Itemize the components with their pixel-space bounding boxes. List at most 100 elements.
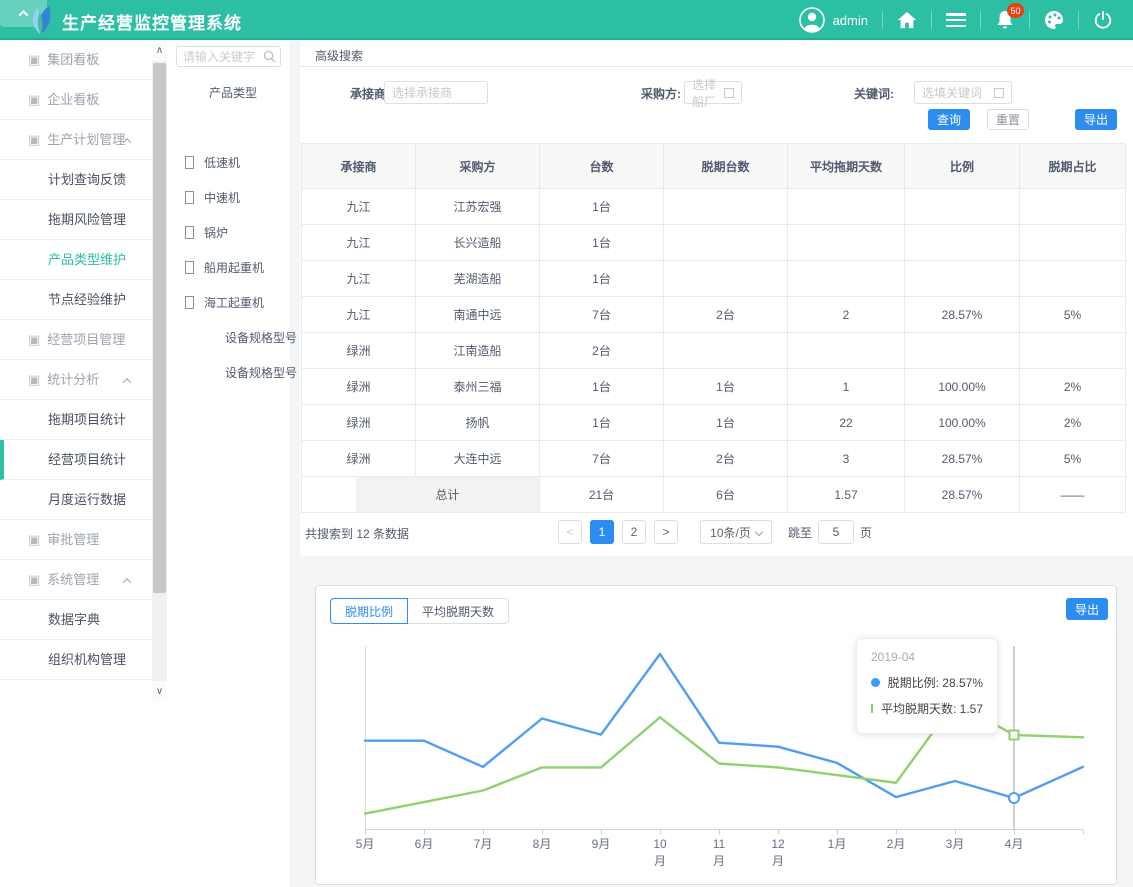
sidebar-item-经营项目管理[interactable]: ▣经营项目管理 bbox=[0, 320, 152, 360]
sidebar-item-数据字典[interactable]: 数据字典 bbox=[0, 600, 152, 640]
scroll-up-arrow[interactable]: ∧ bbox=[152, 40, 167, 61]
menu-grid-icon: ▣ bbox=[28, 572, 40, 587]
sidebar-item-生产计划管理[interactable]: ▣生产计划管理 bbox=[0, 120, 152, 160]
keyword-input[interactable]: 选填关键词 bbox=[914, 81, 1012, 104]
table-cell: 绿洲 bbox=[302, 369, 416, 405]
tree-item-船用起重机[interactable]: 船用起重机 bbox=[185, 259, 264, 276]
sidebar-item-经营项目统计[interactable]: 经营项目统计 bbox=[0, 440, 152, 480]
table-row: 九江南通中远7台2台228.57%5% bbox=[302, 297, 1126, 333]
sidebar-item-统计分析[interactable]: ▣ 统计分析 bbox=[0, 360, 152, 400]
tree-item-中速机[interactable]: 中速机 bbox=[185, 189, 240, 206]
main-sidebar: ▣集团看板▣企业看板▣生产计划管理计划查询反馈拖期风险管理产品类型维护节点经验维… bbox=[0, 40, 167, 887]
table-cell: —— bbox=[1020, 477, 1126, 513]
tree-item-设备规格型号[interactable]: 设备规格型号 bbox=[225, 364, 297, 381]
tree-item-海工起重机[interactable]: 海工起重机 bbox=[185, 294, 264, 311]
dropdown-box-icon bbox=[994, 88, 1004, 98]
column-header: 采购方 bbox=[416, 144, 540, 189]
tree-item-产品类型[interactable]: 产品类型 bbox=[209, 84, 257, 101]
table-cell bbox=[905, 333, 1020, 369]
contractor-input[interactable]: 选择承接商 bbox=[384, 81, 488, 104]
filter-label-purchaser: 采购方: bbox=[641, 85, 681, 102]
tree-search-input[interactable] bbox=[183, 47, 263, 66]
tree-item-设备规格型号[interactable]: 设备规格型号 bbox=[225, 329, 297, 346]
page-button-1[interactable]: 1 bbox=[590, 520, 614, 544]
chart-export-button[interactable]: 导出 bbox=[1066, 598, 1108, 620]
column-header: 脱期占比 bbox=[1020, 144, 1126, 189]
total-label: 总计 bbox=[356, 477, 539, 512]
sidebar-item-label: 审批管理 bbox=[47, 532, 99, 547]
hamburger-icon bbox=[946, 13, 966, 27]
sidebar-item-产品类型维护[interactable]: 产品类型维护 bbox=[0, 240, 152, 280]
sidebar-item-label: 生产计划管理 bbox=[47, 132, 125, 147]
line-chart: 5月6月7月8月9月10月11月12月1月2月3月4月 bbox=[316, 586, 1116, 884]
scroll-down-arrow[interactable]: ∨ bbox=[152, 681, 167, 702]
tree-item-label: 设备规格型号 bbox=[225, 366, 297, 380]
table-cell: 2台 bbox=[540, 333, 664, 369]
sidebar-scrollbar[interactable]: ∧ ∨ bbox=[152, 40, 167, 702]
sidebar-item-组织机构管理[interactable]: 组织机构管理 bbox=[0, 640, 152, 680]
tab-delay-ratio[interactable]: 脱期比例 bbox=[330, 598, 408, 624]
sidebar-item-label: 数据字典 bbox=[48, 612, 100, 627]
chart-card: 脱期比例 平均脱期天数 导出 5月6月7月8月9月10月11月12月1月2月3月… bbox=[315, 585, 1117, 885]
notifications-button[interactable]: 50 bbox=[981, 0, 1029, 40]
table-row: 九江长兴造船1台 bbox=[302, 225, 1126, 261]
table-cell: 100.00% bbox=[905, 405, 1020, 441]
scrollbar-thumb[interactable] bbox=[153, 63, 166, 593]
logout-button[interactable] bbox=[1079, 0, 1127, 40]
tree-item-低速机[interactable]: 低速机 bbox=[185, 154, 240, 171]
sidebar-item-拖期项目统计[interactable]: 拖期项目统计 bbox=[0, 400, 152, 440]
table-cell: 1台 bbox=[540, 189, 664, 225]
table-cell: 1台 bbox=[540, 369, 664, 405]
x-axis-label: 4月 bbox=[1005, 837, 1024, 851]
sidebar-item-节点经验维护[interactable]: 节点经验维护 bbox=[0, 280, 152, 320]
tab-avg-delay-days[interactable]: 平均脱期天数 bbox=[407, 598, 509, 624]
chart-tabs: 脱期比例 平均脱期天数 bbox=[330, 598, 509, 624]
menu-grid-icon: ▣ bbox=[28, 372, 40, 387]
user-menu[interactable]: admin bbox=[795, 7, 882, 33]
sidebar-item-label: 集团看板 bbox=[47, 52, 99, 67]
highlight-point-circle bbox=[1009, 793, 1019, 803]
x-axis-label: 5月 bbox=[356, 837, 375, 851]
tree-item-锅炉[interactable]: 锅炉 bbox=[185, 224, 228, 241]
menu-grid-icon: ▣ bbox=[28, 532, 40, 547]
sidebar-item-计划查询反馈[interactable]: 计划查询反馈 bbox=[0, 160, 152, 200]
tree-item-label: 海工起重机 bbox=[204, 296, 264, 310]
table-row: 九江芜湖造船1台 bbox=[302, 261, 1126, 297]
notification-badge: 50 bbox=[1007, 3, 1024, 18]
total-label-cell: 总计 bbox=[302, 477, 540, 513]
table-cell: 绿洲 bbox=[302, 441, 416, 477]
home-button[interactable] bbox=[883, 0, 931, 40]
table-cell: 江苏宏强 bbox=[416, 189, 540, 225]
table-cell: 2 bbox=[788, 297, 905, 333]
filter-label-keyword: 关键词: bbox=[854, 85, 894, 102]
sidebar-item-label: 拖期项目统计 bbox=[48, 412, 126, 427]
sidebar-item-拖期风险管理[interactable]: 拖期风险管理 bbox=[0, 200, 152, 240]
reset-button[interactable]: 重置 bbox=[987, 109, 1029, 130]
theme-button[interactable] bbox=[1030, 0, 1078, 40]
x-axis-label: 月 bbox=[713, 854, 725, 868]
table-cell: 28.57% bbox=[905, 297, 1020, 333]
sidebar-item-企业看板[interactable]: ▣企业看板 bbox=[0, 80, 152, 120]
tree-item-label: 设备规格型号 bbox=[225, 331, 297, 345]
purchaser-input[interactable]: 选择船厂 bbox=[684, 81, 742, 104]
sidebar-item-审批管理[interactable]: ▣ 审批管理 bbox=[0, 520, 152, 560]
tree-node-icon bbox=[185, 156, 194, 169]
table-cell bbox=[1020, 333, 1126, 369]
sidebar-item-集团看板[interactable]: ▣集团看板 bbox=[0, 40, 152, 80]
page-button-2[interactable]: 2 bbox=[622, 520, 646, 544]
sidebar-item-label: 统计分析 bbox=[47, 372, 99, 387]
x-axis-label: 3月 bbox=[946, 837, 965, 851]
sidebar-item-月度运行数据[interactable]: 月度运行数据 bbox=[0, 480, 152, 520]
menu-button[interactable] bbox=[932, 0, 980, 40]
next-page-button[interactable]: > bbox=[654, 520, 678, 544]
sidebar-item-系统管理[interactable]: ▣系统管理 bbox=[0, 560, 152, 600]
prev-page-button[interactable]: < bbox=[558, 520, 582, 544]
table-cell: 1台 bbox=[664, 369, 788, 405]
jump-page-input[interactable] bbox=[818, 520, 854, 544]
page-size-select[interactable]: 10条/页 bbox=[700, 520, 772, 544]
chevron-up-icon bbox=[123, 578, 131, 586]
table-row: 九江江苏宏强1台 bbox=[302, 189, 1126, 225]
export-button[interactable]: 导出 bbox=[1075, 109, 1117, 130]
chart-tooltip: 2019-04 脱期比例: 28.57% 平均脱期天数: 1.57 bbox=[856, 638, 998, 734]
query-button[interactable]: 查询 bbox=[928, 109, 970, 130]
